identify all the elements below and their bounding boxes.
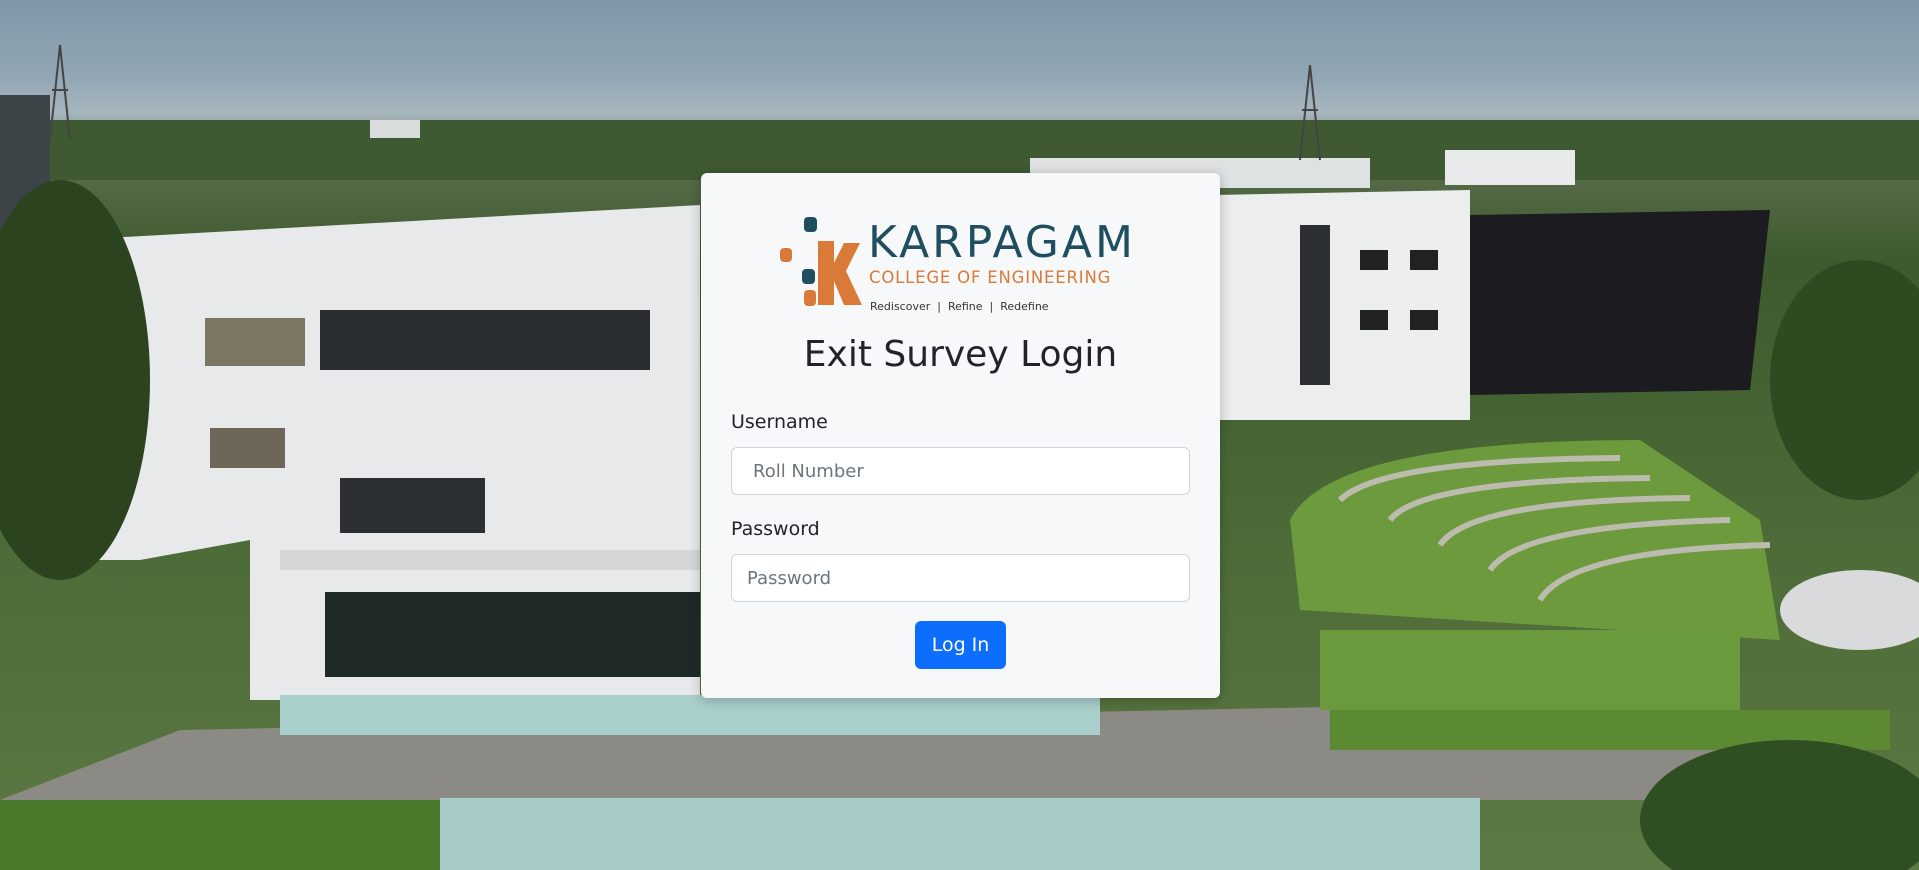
- college-tagline: Rediscover | Refine | Redefine: [870, 300, 1049, 313]
- username-input[interactable]: [731, 447, 1190, 495]
- username-label: Username: [731, 411, 828, 433]
- password-input[interactable]: [731, 554, 1190, 602]
- college-logo: KARPAGAM COLLEGE OF ENGINEERING Rediscov…: [776, 217, 1151, 317]
- college-subtitle: COLLEGE OF ENGINEERING: [869, 268, 1112, 287]
- login-page: KARPAGAM COLLEGE OF ENGINEERING Rediscov…: [0, 0, 1919, 870]
- login-button[interactable]: Log In: [915, 621, 1006, 669]
- login-card: KARPAGAM COLLEGE OF ENGINEERING Rediscov…: [701, 173, 1220, 698]
- page-title: Exit Survey Login: [803, 334, 1118, 375]
- college-name: KARPAGAM: [868, 217, 1136, 268]
- password-label: Password: [731, 518, 820, 540]
- karpagam-logo-icon: [780, 217, 862, 306]
